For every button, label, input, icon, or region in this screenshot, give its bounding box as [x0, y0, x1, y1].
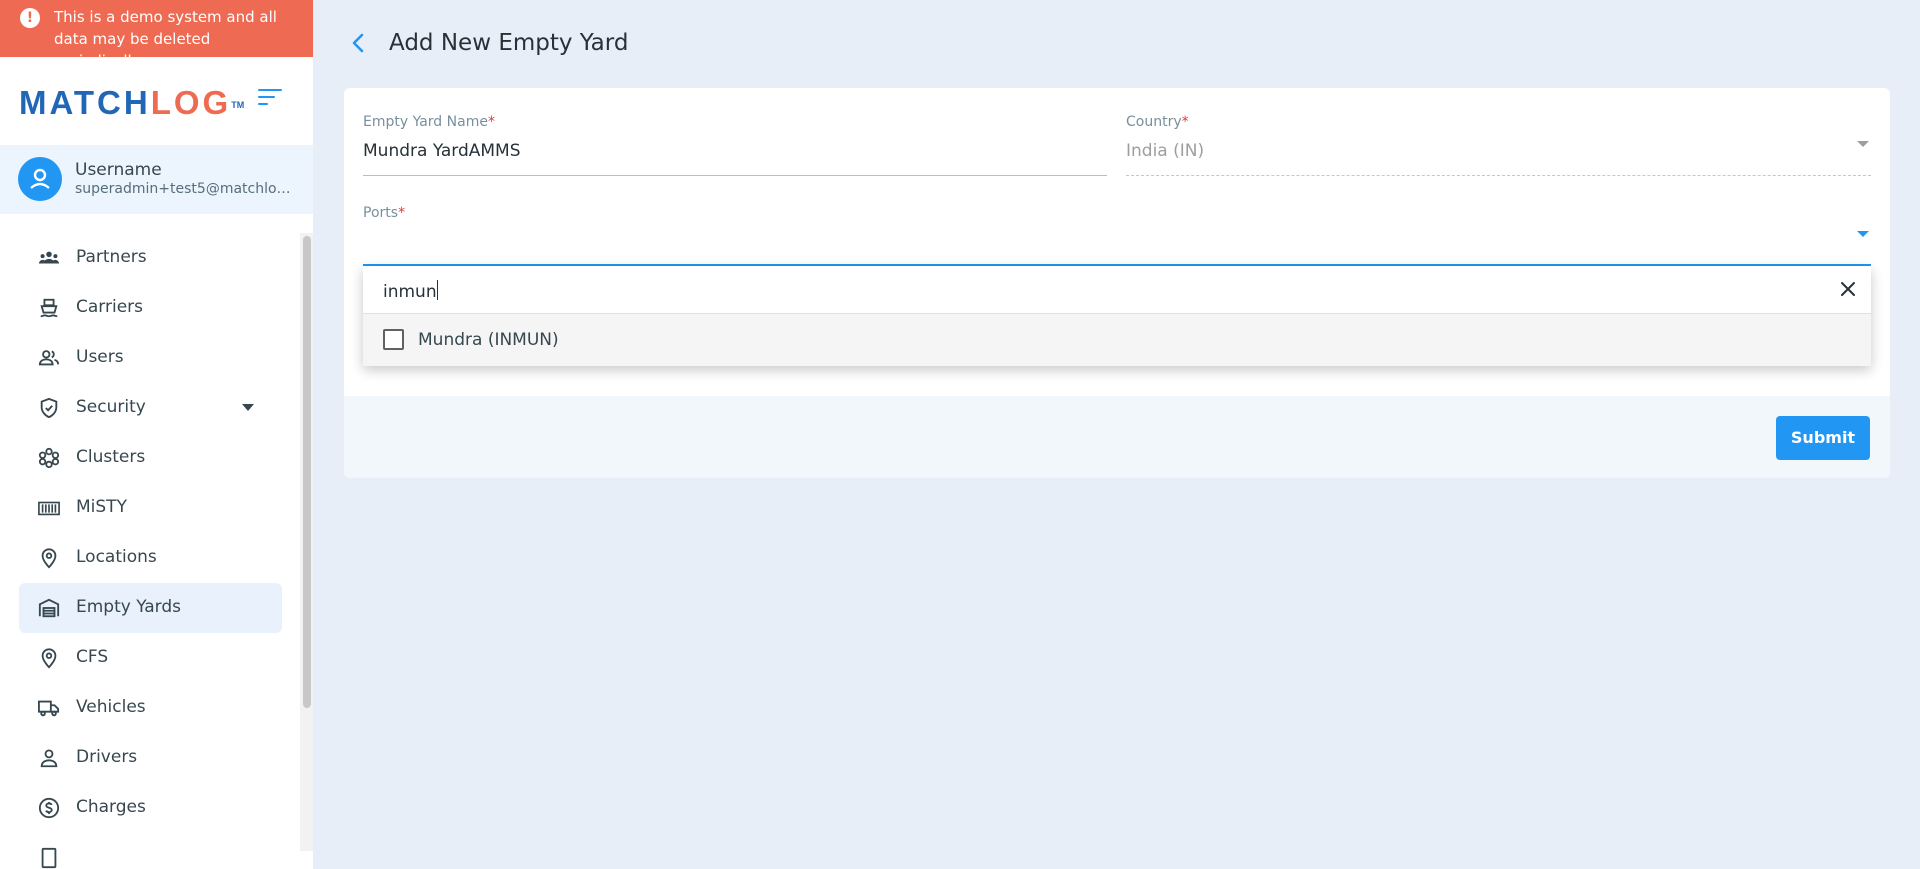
country-select[interactable]: India (IN)	[1126, 141, 1204, 161]
logo-text-match: MATCH	[19, 84, 151, 121]
country-underline	[1126, 175, 1871, 176]
form-footer	[344, 396, 1890, 478]
sidebar-item-clusters[interactable]: Clusters	[19, 433, 282, 483]
sidebar-item-locations[interactable]: Locations	[19, 533, 282, 583]
avatar	[18, 157, 62, 201]
text-cursor	[436, 280, 438, 300]
sidebar-scrollbar-thumb[interactable]	[303, 236, 311, 708]
container-icon	[38, 501, 60, 516]
partners-icon	[38, 251, 60, 264]
ports-label: Ports*	[363, 205, 406, 221]
ports-search-field[interactable]: inmun	[363, 266, 1871, 314]
user-avatar-icon	[30, 168, 50, 189]
sidebar-item-label: Vehicles	[76, 697, 146, 717]
logo-text-log: LOG	[150, 84, 232, 121]
dollar-icon	[38, 797, 60, 819]
matchlog-logo[interactable]: MATCHLOGTM	[19, 85, 244, 121]
ship-icon	[40, 298, 58, 318]
sidebar-item-partners[interactable]: Partners	[19, 233, 282, 283]
sidebar-item-vehicles[interactable]: Vehicles	[19, 683, 282, 733]
truck-icon	[38, 700, 60, 717]
ports-option[interactable]: Mundra (INMUN)	[363, 314, 1871, 366]
sidebar: ! This is a demo system and all data may…	[0, 0, 313, 869]
back-chevron-icon[interactable]	[347, 30, 371, 56]
person-icon	[40, 749, 58, 768]
logo-trademark: TM	[231, 100, 245, 110]
ports-dropdown-panel: inmun Mundra (INMUN)	[363, 266, 1871, 366]
sidebar-item-cfs[interactable]: CFS	[19, 633, 282, 683]
yard-name-input[interactable]: Mundra YardAMMS	[363, 141, 521, 161]
sidebar-item-label: Locations	[76, 547, 157, 567]
warehouse-icon	[38, 598, 60, 618]
location-pin-icon	[41, 548, 57, 569]
submit-button[interactable]: Submit	[1776, 416, 1870, 460]
option-checkbox[interactable]	[383, 329, 404, 350]
page-header: Add New Empty Yard	[313, 0, 1920, 88]
sidebar-item-label: Clusters	[76, 447, 146, 467]
sidebar-item-label: Charges	[76, 797, 146, 817]
ports-search-value: inmun	[383, 282, 437, 302]
sidebar-item-security[interactable]: Security	[19, 383, 282, 433]
sidebar-item-empty-yards[interactable]: Empty Yards	[19, 583, 282, 633]
sidebar-item-label: Carriers	[76, 297, 143, 317]
yard-name-label: Empty Yard Name*	[363, 114, 495, 130]
sidebar-item-label: Users	[76, 347, 124, 367]
demo-banner: ! This is a demo system and all data may…	[0, 0, 313, 70]
ports-search-input[interactable]: inmun	[383, 280, 438, 302]
ports-select[interactable]	[363, 231, 1843, 253]
sidebar-item-label: CFS	[76, 647, 109, 667]
clusters-icon	[38, 447, 60, 469]
sidebar-item-label: Security	[76, 397, 146, 417]
sidebar-item-label: MiSTY	[76, 497, 127, 517]
country-chevron-down-icon[interactable]	[1857, 141, 1869, 147]
sidebar-item-drivers[interactable]: Drivers	[19, 733, 282, 783]
user-name: Username	[75, 160, 162, 180]
option-label: Mundra (INMUN)	[418, 330, 559, 350]
sidebar-nav: Partners Carriers Users Security Cluster…	[0, 233, 300, 869]
ports-chevron-down-icon[interactable]	[1857, 231, 1869, 237]
page-title: Add New Empty Yard	[389, 30, 629, 56]
sidebar-item-users[interactable]: Users	[19, 333, 282, 383]
user-email: superadmin+test5@matchlog.d...	[75, 181, 295, 197]
yard-name-underline	[363, 175, 1107, 176]
alert-circle-icon: !	[20, 8, 40, 28]
users-icon	[38, 350, 60, 366]
document-icon	[41, 847, 57, 869]
close-icon[interactable]	[1837, 278, 1859, 300]
logo-row: MATCHLOGTM	[0, 57, 313, 145]
sidebar-item-carriers[interactable]: Carriers	[19, 283, 282, 333]
sidebar-item-misty[interactable]: MiSTY	[19, 483, 282, 533]
user-profile[interactable]: Username superadmin+test5@matchlog.d...	[0, 145, 313, 214]
location-pin-icon	[41, 648, 57, 669]
sidebar-item-charges[interactable]: Charges	[19, 783, 282, 833]
sidebar-item-label: Drivers	[76, 747, 138, 767]
sidebar-item-next[interactable]	[19, 833, 282, 869]
shield-icon	[40, 397, 58, 419]
sidebar-item-label: Partners	[76, 247, 147, 267]
chevron-down-icon	[242, 404, 254, 411]
menu-toggle-icon[interactable]	[258, 87, 282, 107]
country-label: Country*	[1126, 114, 1189, 130]
sidebar-item-label: Empty Yards	[76, 597, 182, 617]
